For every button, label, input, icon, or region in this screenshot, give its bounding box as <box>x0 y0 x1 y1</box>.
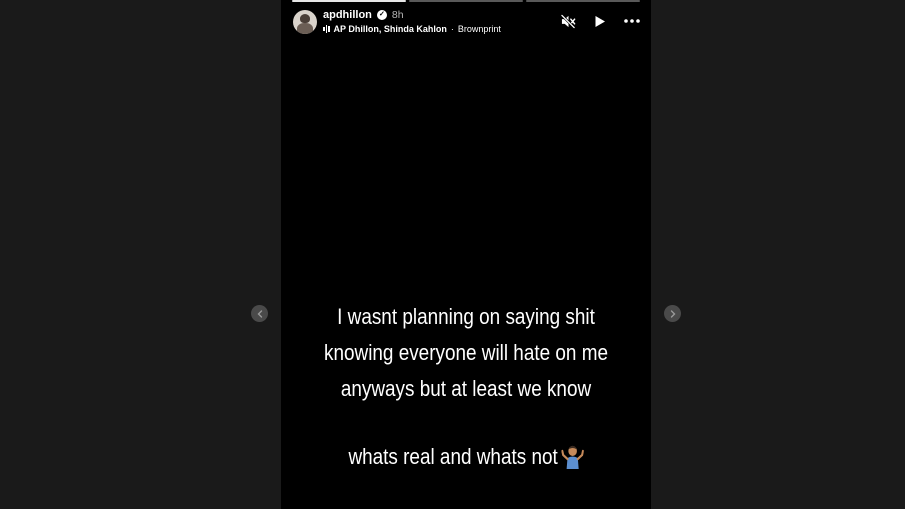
story-header: apdhillon ✓ 8h AP Dhillon, Shinda Kahlon… <box>291 6 641 40</box>
music-separator: · <box>450 24 454 34</box>
verified-badge-icon: ✓ <box>376 10 387 20</box>
avatar-head <box>300 14 310 23</box>
story-time-ago: 8h <box>391 9 404 21</box>
music-title: Brownprint <box>457 24 501 34</box>
music-attribution[interactable]: AP Dhillon, Shinda Kahlon · Brownprint <box>323 24 501 34</box>
chevron-left-icon <box>257 309 262 318</box>
story-viewer: apdhillon ✓ 8h AP Dhillon, Shinda Kahlon… <box>281 0 651 509</box>
play-icon[interactable] <box>591 12 609 30</box>
music-artist: AP Dhillon, Shinda Kahlon <box>333 24 447 34</box>
shrug-emoji-icon <box>561 407 584 469</box>
progress-segment <box>409 0 523 2</box>
story-controls <box>559 12 641 30</box>
previous-story-button[interactable] <box>251 305 268 322</box>
avatar[interactable] <box>293 10 317 34</box>
user-row: apdhillon ✓ 8h <box>323 9 404 21</box>
muted-speaker-icon[interactable] <box>559 12 577 30</box>
next-story-button[interactable] <box>664 305 681 322</box>
chevron-right-icon <box>670 309 675 318</box>
progress-segment <box>526 0 640 2</box>
story-progress-bar <box>292 0 640 2</box>
more-options-icon[interactable] <box>623 12 641 30</box>
audio-bars-icon <box>323 25 330 33</box>
story-text-block: I wasnt planning on saying shit knowing … <box>307 263 625 475</box>
avatar-body <box>297 23 313 34</box>
username-link[interactable]: apdhillon <box>323 9 372 21</box>
progress-segment <box>292 0 406 2</box>
